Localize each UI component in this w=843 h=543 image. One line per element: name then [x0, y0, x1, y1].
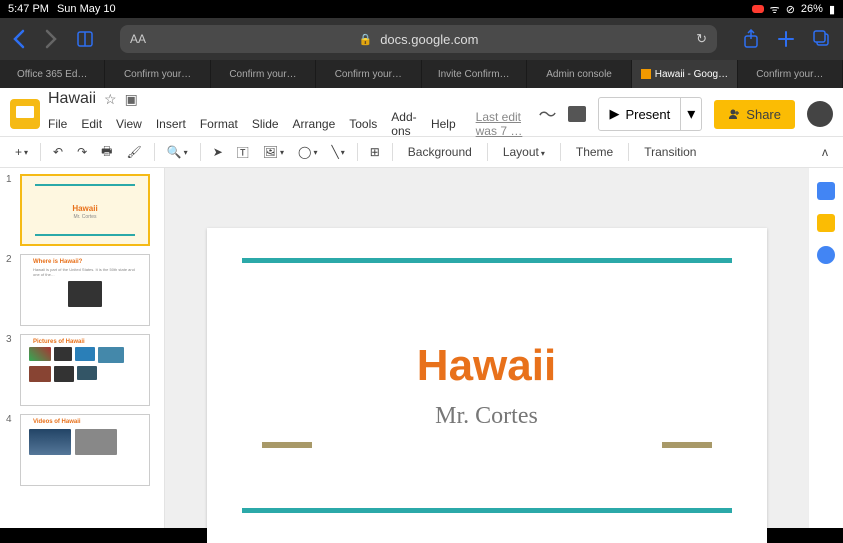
- toolbar: +▾ ↶ ↷ 🖶 🖌 🔍▾ ➤ 🅃 🖼▾ ◯▾ ╲▾ ⊞ Background …: [0, 136, 843, 168]
- menu-edit[interactable]: Edit: [81, 117, 102, 131]
- url-bar[interactable]: AA 🔒 docs.google.com ↻: [120, 25, 717, 53]
- bookmarks-button[interactable]: [76, 30, 94, 48]
- present-dropdown[interactable]: ▾: [680, 98, 701, 130]
- menu-bar: File Edit View Insert Format Slide Arran…: [48, 110, 530, 138]
- background-button[interactable]: Background: [400, 142, 480, 162]
- thumbnail-slide-3[interactable]: Pictures of Hawaii: [20, 334, 150, 406]
- print-button[interactable]: 🖶: [96, 139, 117, 166]
- tabs-overview-button[interactable]: [813, 30, 831, 48]
- account-avatar[interactable]: [807, 101, 833, 127]
- move-folder-icon[interactable]: ▣: [125, 91, 138, 108]
- transition-button[interactable]: Transition: [636, 142, 704, 162]
- side-panel: [808, 168, 843, 528]
- menu-file[interactable]: File: [48, 117, 67, 131]
- star-icon[interactable]: ☆: [104, 91, 117, 108]
- slides-favicon-icon: [641, 69, 651, 79]
- slides-logo-icon[interactable]: [10, 99, 40, 129]
- new-slide-button[interactable]: +▾: [10, 142, 33, 162]
- title-bar: Hawaii ☆ ▣ File Edit View Insert Format …: [0, 88, 843, 136]
- browser-tab[interactable]: Admin console: [527, 60, 632, 88]
- explore-icon[interactable]: 〜: [538, 101, 556, 127]
- url-text: docs.google.com: [380, 32, 478, 47]
- menu-slide[interactable]: Slide: [252, 117, 279, 131]
- calendar-icon[interactable]: [817, 182, 835, 200]
- date-label: Sun May 10: [57, 3, 116, 15]
- keep-icon[interactable]: [817, 214, 835, 232]
- battery-label: 26%: [801, 3, 823, 15]
- shape-button[interactable]: ◯▾: [293, 142, 322, 162]
- layout-button[interactable]: Layout▾: [495, 142, 553, 162]
- back-button[interactable]: [12, 29, 26, 49]
- browser-tab[interactable]: Confirm your…: [316, 60, 421, 88]
- present-button[interactable]: ▶ Present: [599, 98, 680, 130]
- comments-icon[interactable]: [568, 106, 586, 122]
- thumbnail-slide-1[interactable]: Hawaii Mr. Cortes: [20, 174, 150, 246]
- menu-view[interactable]: View: [116, 117, 142, 131]
- slide-thumbnails[interactable]: 1 Hawaii Mr. Cortes 2 Where is Hawaii? H…: [0, 168, 165, 528]
- undo-button[interactable]: ↶: [48, 142, 68, 162]
- menu-format[interactable]: Format: [200, 117, 238, 131]
- browser-tab-active[interactable]: Hawaii - Goog…: [632, 60, 737, 88]
- collapse-toolbar-button[interactable]: ʌ: [817, 142, 833, 162]
- wifi-icon: ᯤ: [770, 2, 780, 17]
- menu-arrange[interactable]: Arrange: [293, 117, 336, 131]
- person-add-icon: [728, 108, 740, 120]
- thumb-number: 2: [6, 254, 16, 326]
- redo-button[interactable]: ↷: [72, 142, 92, 162]
- zoom-button[interactable]: 🔍▾: [162, 142, 193, 162]
- decorative-line: [242, 258, 732, 263]
- thumb-number: 4: [6, 414, 16, 486]
- browser-tab[interactable]: Confirm your…: [211, 60, 316, 88]
- theme-button[interactable]: Theme: [568, 142, 621, 162]
- orientation-lock-icon: ⊘: [786, 3, 795, 16]
- google-slides-app: Hawaii ☆ ▣ File Edit View Insert Format …: [0, 88, 843, 528]
- thumb-number: 1: [6, 174, 16, 246]
- browser-tab[interactable]: Confirm your…: [105, 60, 210, 88]
- document-name[interactable]: Hawaii: [48, 90, 96, 108]
- image-button[interactable]: 🖼▾: [258, 142, 289, 162]
- time-label: 5:47 PM: [8, 3, 49, 15]
- menu-tools[interactable]: Tools: [349, 117, 377, 131]
- tasks-icon[interactable]: [817, 246, 835, 264]
- menu-help[interactable]: Help: [431, 117, 456, 131]
- slide-subtitle[interactable]: Mr. Cortes: [435, 403, 538, 430]
- menu-addons[interactable]: Add-ons: [391, 110, 417, 138]
- share-button[interactable]: Share: [714, 100, 795, 129]
- battery-icon: ▮: [829, 3, 835, 16]
- decorative-line: [242, 508, 732, 513]
- share-button[interactable]: [743, 29, 759, 49]
- thumb-number: 3: [6, 334, 16, 406]
- browser-tab[interactable]: Confirm your…: [738, 60, 843, 88]
- ios-status-bar: 5:47 PM Sun May 10 ᯤ ⊘ 26% ▮: [0, 0, 843, 18]
- new-tab-button[interactable]: [777, 30, 795, 48]
- text-size-button[interactable]: AA: [130, 32, 146, 46]
- select-tool-button[interactable]: ➤: [208, 142, 228, 162]
- browser-tab[interactable]: Office 365 Ed…: [0, 60, 105, 88]
- line-button[interactable]: ╲▾: [326, 142, 349, 162]
- slide-canvas-area[interactable]: Hawaii Mr. Cortes: [165, 168, 808, 528]
- lock-icon: 🔒: [359, 33, 373, 46]
- last-edit-link[interactable]: Last edit was 7 …: [476, 110, 531, 138]
- slide-title[interactable]: Hawaii: [417, 341, 556, 391]
- safari-toolbar: AA 🔒 docs.google.com ↻: [0, 18, 843, 60]
- paint-format-button[interactable]: 🖌: [121, 142, 146, 162]
- browser-tab-strip: Office 365 Ed… Confirm your… Confirm you…: [0, 60, 843, 88]
- forward-button[interactable]: [44, 29, 58, 49]
- slide-canvas[interactable]: Hawaii Mr. Cortes: [207, 228, 767, 543]
- menu-insert[interactable]: Insert: [156, 117, 186, 131]
- decorative-accent: [262, 442, 312, 448]
- browser-tab[interactable]: Invite Confirm…: [422, 60, 527, 88]
- thumbnail-slide-2[interactable]: Where is Hawaii? Hawaii is part of the U…: [20, 254, 150, 326]
- screen-record-icon: [752, 5, 764, 13]
- decorative-accent: [662, 442, 712, 448]
- thumbnail-slide-4[interactable]: Videos of Hawaii: [20, 414, 150, 486]
- textbox-button[interactable]: 🅃: [232, 141, 254, 164]
- comment-button[interactable]: ⊞: [365, 142, 385, 162]
- refresh-button[interactable]: ↻: [696, 31, 707, 47]
